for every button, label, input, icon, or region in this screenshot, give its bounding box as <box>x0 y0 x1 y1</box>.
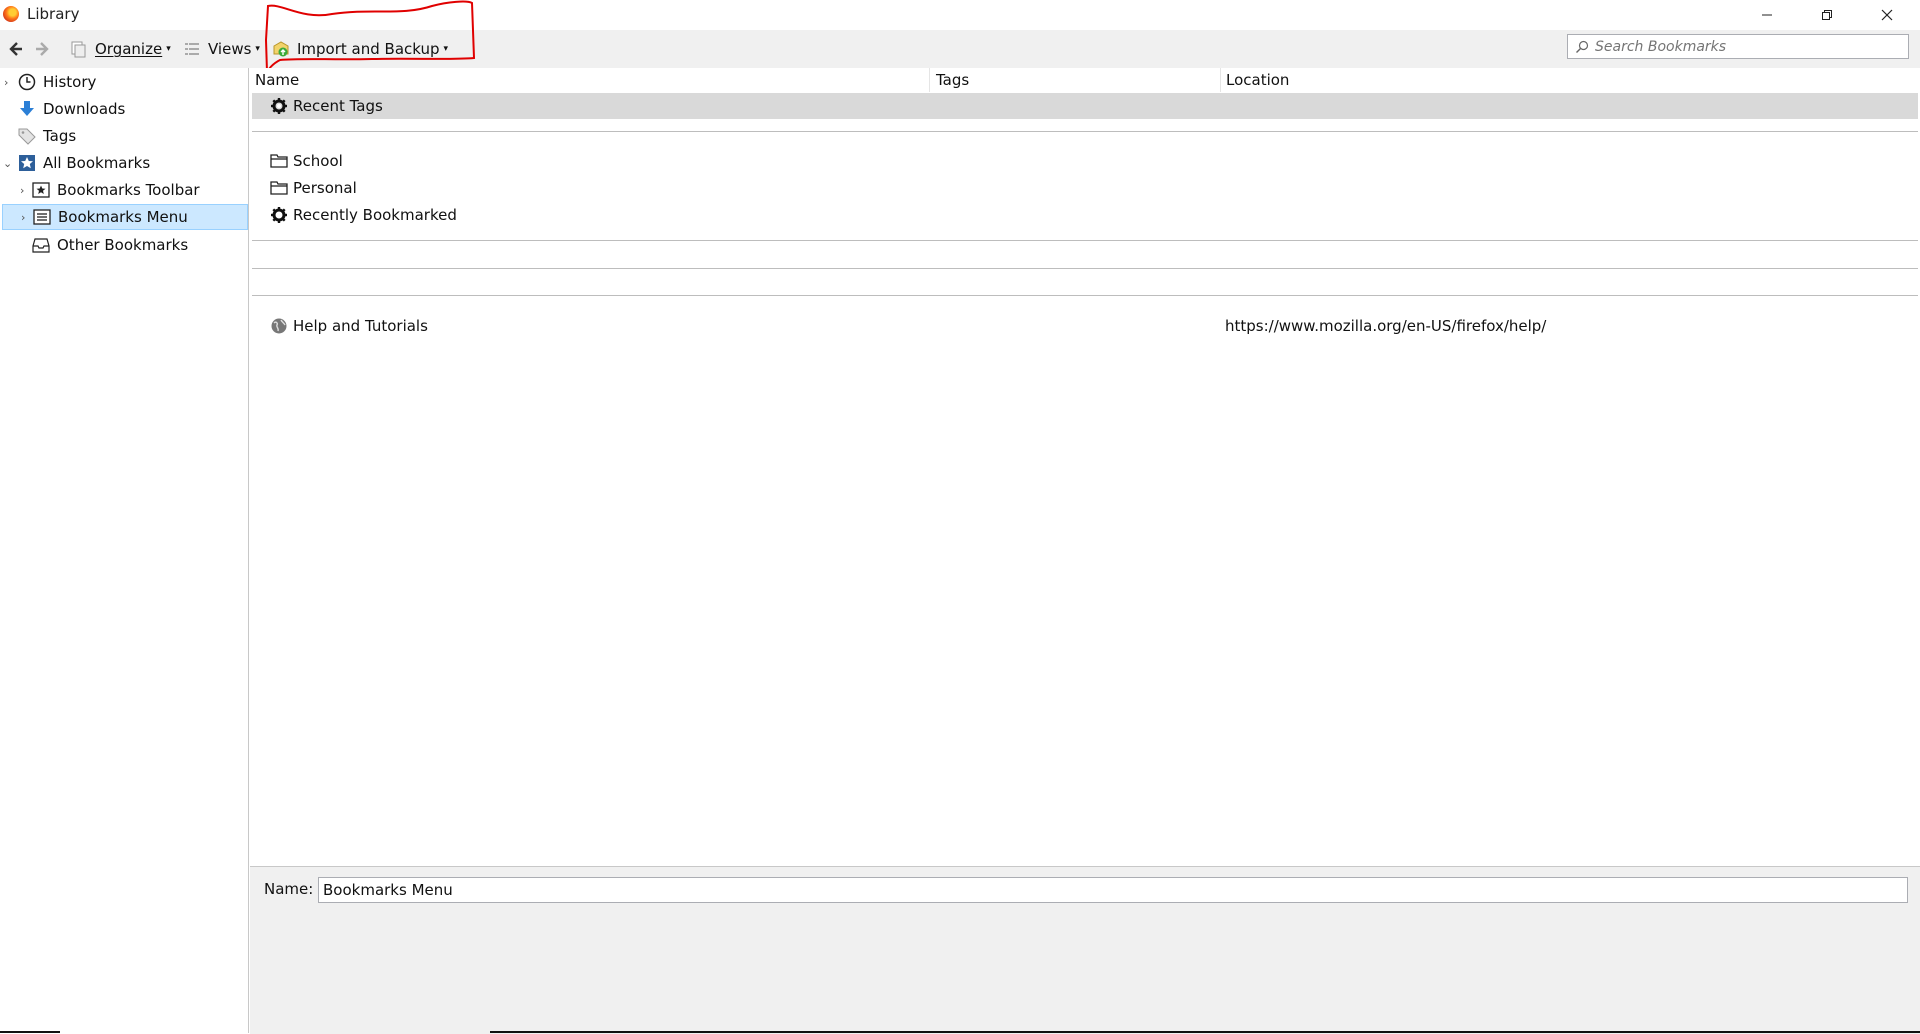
column-header-tags[interactable]: Tags <box>931 68 1221 92</box>
restore-icon <box>1822 10 1832 20</box>
details-pane: Name: <box>250 866 1920 1034</box>
organize-menu-button[interactable]: Organize ▾ <box>70 30 171 68</box>
row-name: Personal <box>293 179 357 197</box>
tag-icon <box>18 128 36 145</box>
separator[interactable] <box>252 295 1918 296</box>
sidebar-item-tags[interactable]: Tags <box>0 123 246 149</box>
sidebar-item-label: History <box>43 73 97 91</box>
bookmarks-list: Name Tags Location Recent Tags School Pe… <box>250 68 1920 866</box>
name-field-label: Name: <box>264 880 314 898</box>
views-label: Views <box>208 40 252 58</box>
sidebar-item-history[interactable]: › History <box>0 69 246 95</box>
row-name: Help and Tutorials <box>293 317 428 335</box>
sidebar-item-other-bookmarks[interactable]: Other Bookmarks <box>0 232 246 258</box>
import-and-backup-button[interactable]: Import and Backup ▾ <box>272 30 448 68</box>
bookmarks-star-icon <box>19 155 35 171</box>
column-header-name[interactable]: Name <box>250 68 930 92</box>
list-item-help-and-tutorials[interactable]: Help and Tutorials https://www.mozilla.o… <box>252 313 1918 339</box>
expand-chevron-icon[interactable]: › <box>21 211 25 224</box>
caret-down-icon: ▾ <box>443 44 449 54</box>
close-button[interactable] <box>1864 0 1910 30</box>
gear-icon <box>271 98 287 114</box>
minimize-button[interactable] <box>1744 0 1790 30</box>
views-menu-button[interactable]: Views ▾ <box>183 30 260 68</box>
title-bar: Library <box>0 0 1920 30</box>
sidebar-item-label: Downloads <box>43 100 126 118</box>
caret-down-icon: ▾ <box>166 44 171 54</box>
views-list-icon <box>185 43 199 55</box>
forward-button[interactable] <box>34 30 54 68</box>
download-arrow-icon <box>20 101 34 116</box>
sidebar-item-label: Bookmarks Toolbar <box>57 181 200 199</box>
minimize-icon <box>1762 14 1772 16</box>
separator[interactable] <box>252 268 1918 269</box>
sidebar-item-label: All Bookmarks <box>43 154 151 172</box>
organize-label: Organize <box>95 40 163 58</box>
row-name: Recent Tags <box>293 97 383 115</box>
close-icon <box>1881 9 1893 21</box>
sidebar-item-label: Bookmarks Menu <box>58 208 188 226</box>
expand-chevron-icon[interactable]: › <box>4 76 8 89</box>
search-icon <box>1576 40 1589 53</box>
name-field[interactable] <box>318 877 1908 903</box>
sidebar-item-bookmarks-menu[interactable]: › Bookmarks Menu <box>2 204 248 230</box>
caret-down-icon: ▾ <box>255 44 260 54</box>
organize-icon <box>71 41 86 58</box>
folder-icon <box>270 181 288 195</box>
window-title: Library <box>27 5 80 23</box>
import-backup-icon <box>273 41 289 57</box>
menu-list-icon <box>33 209 51 225</box>
collapse-chevron-icon[interactable]: ⌄ <box>3 157 12 170</box>
star-box-icon <box>32 182 50 198</box>
separator[interactable] <box>252 240 1918 241</box>
list-item-personal[interactable]: Personal <box>252 175 1918 201</box>
folder-icon <box>270 154 288 168</box>
expand-chevron-icon[interactable]: › <box>20 184 24 197</box>
back-arrow-icon <box>9 42 22 56</box>
import-backup-label: Import and Backup <box>297 40 440 58</box>
sidebar: › History Downloads Tags ⌄ All Bookmarks… <box>0 68 249 1033</box>
sidebar-item-label: Tags <box>43 127 77 145</box>
list-item-recent-tags[interactable]: Recent Tags <box>252 93 1918 119</box>
clock-icon <box>18 73 36 91</box>
row-name: Recently Bookmarked <box>293 206 457 224</box>
sidebar-item-label: Other Bookmarks <box>57 236 189 254</box>
search-input[interactable] <box>1595 38 1895 55</box>
back-button[interactable] <box>8 30 28 68</box>
search-box[interactable] <box>1567 34 1909 59</box>
gear-icon <box>271 207 287 223</box>
row-name: School <box>293 152 343 170</box>
row-location: https://www.mozilla.org/en-US/firefox/he… <box>1225 317 1547 335</box>
forward-arrow-icon <box>36 42 49 56</box>
firefox-logo-icon <box>3 6 19 22</box>
sidebar-item-downloads[interactable]: Downloads <box>0 96 246 122</box>
globe-icon <box>271 318 287 334</box>
sidebar-item-bookmarks-toolbar[interactable]: › Bookmarks Toolbar <box>0 177 246 203</box>
list-item-school[interactable]: School <box>252 148 1918 174</box>
column-header-location[interactable]: Location <box>1222 68 1918 92</box>
toolbar: Organize ▾ Views ▾ Import and Backup ▾ <box>0 30 1920 68</box>
sidebar-item-all-bookmarks[interactable]: ⌄ All Bookmarks <box>0 150 246 176</box>
restore-button[interactable] <box>1804 0 1850 30</box>
separator[interactable] <box>252 131 1918 132</box>
list-item-recently-bookmarked[interactable]: Recently Bookmarked <box>252 202 1918 228</box>
inbox-tray-icon <box>32 238 50 253</box>
